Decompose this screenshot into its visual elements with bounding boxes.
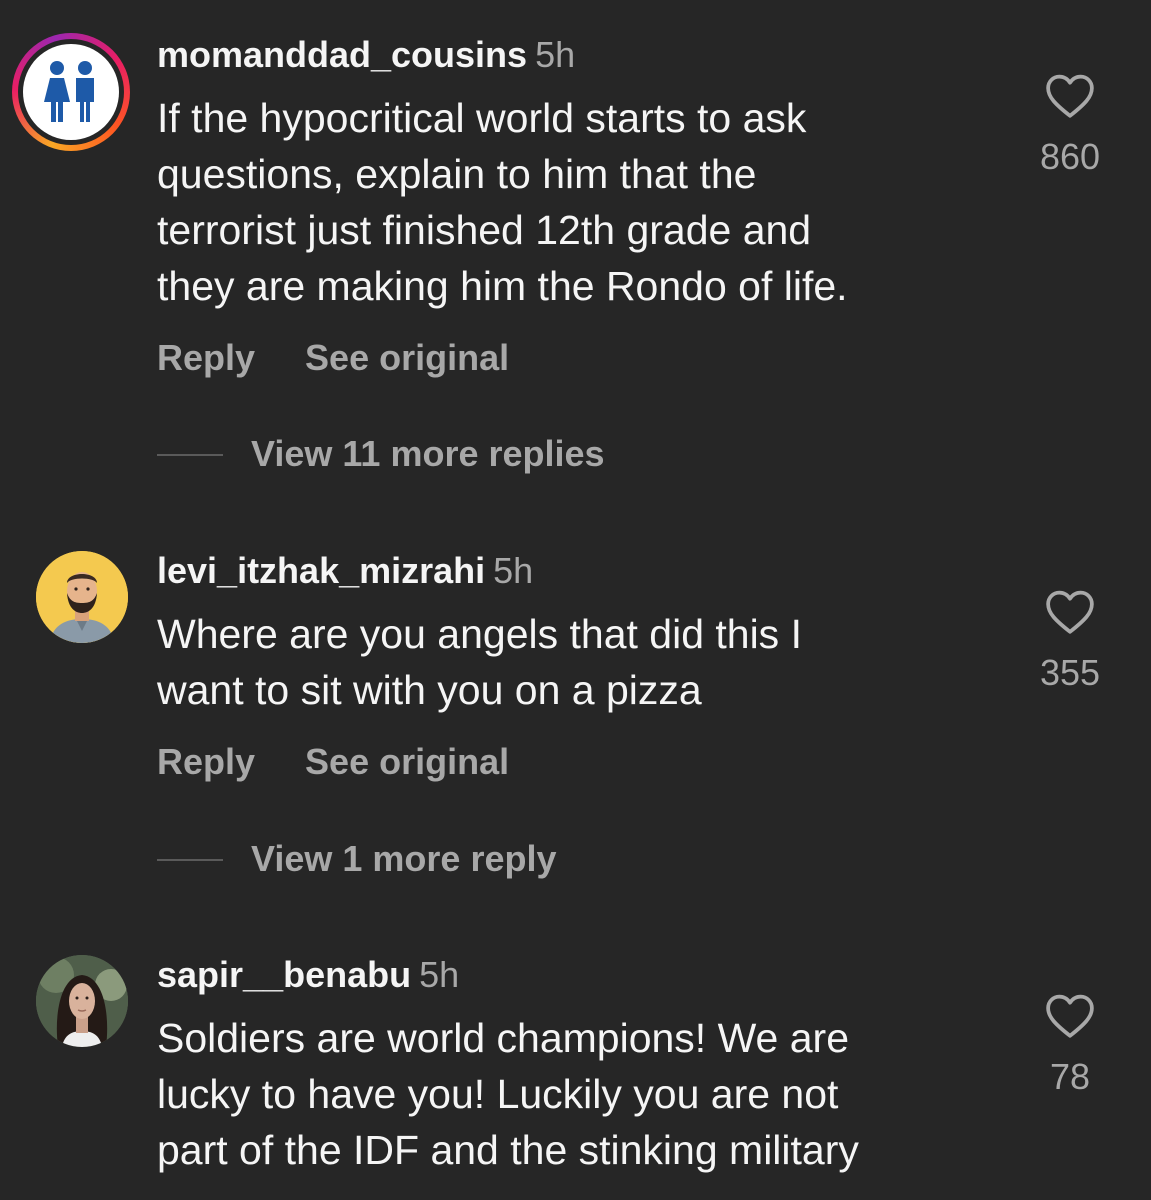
comment-text: If the hypocritical world starts to ask … <box>157 90 997 314</box>
avatar[interactable] <box>36 955 128 1047</box>
timestamp: 5h <box>419 954 460 995</box>
comment-text: Soldiers are world champions! We are luc… <box>157 1010 997 1178</box>
comment-header: momanddad_cousins 5h <box>157 33 575 77</box>
like-control: 860 <box>1020 73 1120 179</box>
heart-icon[interactable] <box>1045 589 1095 635</box>
comment-line: want to sit with you on a pizza <box>157 667 702 713</box>
username[interactable]: sapir__benabu <box>157 954 411 995</box>
comment-line: Where are you angels that did this I <box>157 611 802 657</box>
avatar <box>23 44 119 140</box>
username[interactable]: levi_itzhak_mizrahi <box>157 550 485 591</box>
like-control: 78 <box>1020 993 1120 1099</box>
comment-header: sapir__benabu 5h <box>157 953 459 997</box>
avatar[interactable] <box>36 551 128 643</box>
comment-actions: Reply See original <box>157 336 509 380</box>
parents-icon <box>44 61 94 122</box>
cartoon-man-avatar <box>36 551 128 643</box>
view-replies-label: View 1 more reply <box>251 838 557 879</box>
comment-line: terrorist just finished 12th grade and <box>157 207 812 253</box>
timestamp: 5h <box>493 550 534 591</box>
comment-line: part of the IDF and the stinking militar… <box>157 1127 859 1173</box>
reply-button[interactable]: Reply <box>157 337 255 378</box>
comment-line: If the hypocritical world starts to ask <box>157 95 807 141</box>
divider <box>157 859 223 861</box>
comment-line: lucky to have you! Luckily you are not <box>157 1071 839 1117</box>
heart-icon[interactable] <box>1045 993 1095 1039</box>
comment-line: they are making him the Rondo of life. <box>157 263 848 309</box>
timestamp: 5h <box>535 34 576 75</box>
comment-header: levi_itzhak_mizrahi 5h <box>157 549 533 593</box>
reply-button[interactable]: Reply <box>157 741 255 782</box>
view-replies-label: View 11 more replies <box>251 433 605 474</box>
comment-text: Where are you angels that did this I wan… <box>157 606 997 718</box>
username[interactable]: momanddad_cousins <box>157 34 527 75</box>
like-count: 355 <box>1039 652 1101 693</box>
like-count: 78 <box>1049 1056 1091 1097</box>
comment-line: Soldiers are world champions! We are <box>157 1015 849 1061</box>
profile-photo <box>36 955 128 1047</box>
comment-actions: Reply See original <box>157 740 509 784</box>
avatar-story-ring[interactable] <box>12 33 130 151</box>
see-original-button[interactable]: See original <box>305 741 509 782</box>
see-original-button[interactable]: See original <box>305 337 509 378</box>
heart-icon[interactable] <box>1045 73 1095 119</box>
like-control: 355 <box>1020 589 1120 695</box>
comment-line: questions, explain to him that the <box>157 151 757 197</box>
divider <box>157 454 223 456</box>
like-count: 860 <box>1039 136 1101 177</box>
